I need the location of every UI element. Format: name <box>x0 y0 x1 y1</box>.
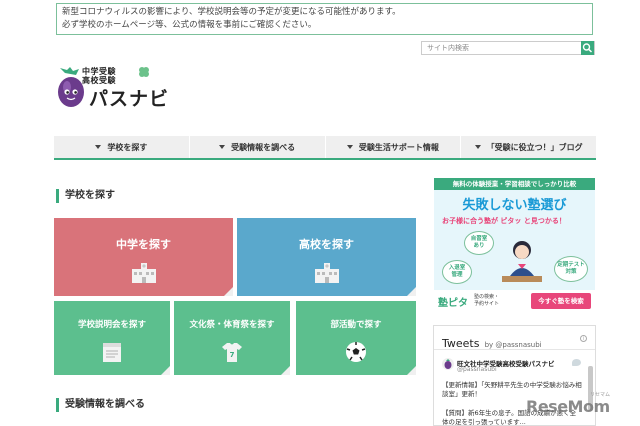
ad-bubble-test-prep: 定期テスト 対策 <box>554 256 588 282</box>
ad-subheadline: お子様に合う塾が ピタッ と見つかる！ <box>442 217 566 225</box>
nav-item-label: 受験生活サポート情報 <box>358 142 439 152</box>
logo-name: パスナビ <box>89 88 170 110</box>
tweets-by-handle[interactable]: by @passnasubi <box>485 341 542 349</box>
tile-label: 部活動で探す <box>330 320 382 330</box>
logo-subtitle-line-1: 中学受験 <box>82 67 116 76</box>
nav-item-exam-info[interactable]: 受験情報を調べる <box>190 136 326 158</box>
tweets-header: Tweets by @passnasubi <box>434 326 595 350</box>
school-building-icon <box>314 263 339 283</box>
ad-logo: 塾ピタ <box>438 298 468 309</box>
tile-find-junior-high[interactable]: 中学を探す <box>54 218 233 296</box>
tile-find-info-session[interactable]: 学校説明会を探す <box>54 301 170 375</box>
nav-item-label: 受験情報を調べる <box>231 142 296 152</box>
nav-item-support[interactable]: 受験生活サポート情報 <box>326 136 462 158</box>
ad-bubble-entry-management: 入退室 管理 <box>442 260 472 284</box>
dropdown-arrow-icon <box>219 145 226 149</box>
tile-corner-fold <box>407 366 416 375</box>
tile-label: 文化祭・体育祭を探す <box>189 320 275 330</box>
resemom-watermark: ReseMom <box>526 397 610 416</box>
ad-headline: 失敗しない塾選び <box>462 198 567 213</box>
tweets-title: Tweets <box>442 337 480 350</box>
notice-line-2: 必ず学校のホームページ等、公式の情報を事前にご確認ください。 <box>62 20 317 30</box>
svg-text:7: 7 <box>230 351 235 359</box>
tile-find-club[interactable]: 部活動で探す <box>296 301 416 375</box>
info-icon[interactable]: i <box>580 335 587 342</box>
logo-subtitle: 中学受験 高校受験 <box>82 67 116 85</box>
nav-item-label: 学校を探す <box>107 142 148 152</box>
tweet-account-handle[interactable]: @passnasubi <box>457 366 497 373</box>
nav-item-blog[interactable]: 「受験に役立つ！」ブログ <box>461 136 596 158</box>
ad-top-text: 無料の体験授業・学習相談でしっかり比較 <box>434 178 595 190</box>
twitter-bird-icon <box>572 359 581 366</box>
ad-bubble-study-room: 自習室 あり <box>464 231 494 255</box>
student-illustration-icon <box>502 241 542 282</box>
tile-find-festival[interactable]: 文化祭・体育祭を探す 7 <box>174 301 290 375</box>
clover-icon <box>139 67 149 77</box>
ad-logo-subtitle: 塾の検索・ 予約サイト <box>474 294 500 307</box>
search-placeholder: サイト内検索 <box>427 44 469 52</box>
site-logo[interactable]: 中学受験 高校受験 パスナビ <box>56 64 181 114</box>
search-icon <box>582 43 593 53</box>
notice-line-1: 新型コロナウィルスの影響により、学校説明会等の予定が変更になる可能性があります。 <box>62 7 401 17</box>
search-input[interactable]: サイト内検索 <box>421 41 595 55</box>
covid-notice: 新型コロナウィルスの影響により、学校説明会等の予定が変更になる可能性があります。… <box>56 3 593 35</box>
school-building-icon <box>131 263 156 283</box>
jersey-icon: 7 <box>222 343 242 362</box>
juku-pita-ad-banner[interactable]: 無料の体験授業・学習相談でしっかり比較 失敗しない塾選び お子様に合う塾が ピタ… <box>434 178 595 312</box>
ad-footer: 塾ピタ 塾の検索・ 予約サイト 今すぐ塾を検索 <box>434 290 595 312</box>
tile-find-high-school[interactable]: 高校を探す <box>237 218 416 296</box>
document-icon <box>103 343 121 362</box>
account-avatar[interactable] <box>442 358 454 370</box>
tile-label: 中学を探す <box>116 238 171 251</box>
section-title-exam-info: 受験情報を調べる <box>56 398 145 412</box>
tile-corner-fold <box>281 366 290 375</box>
tile-label: 学校説明会を探す <box>77 320 146 330</box>
dropdown-arrow-icon <box>346 145 353 149</box>
dropdown-arrow-icon <box>474 145 481 149</box>
nav-item-find-school[interactable]: 学校を探す <box>54 136 190 158</box>
nav-item-label: 「受験に役立つ！」ブログ <box>486 142 583 152</box>
ad-search-button[interactable]: 今すぐ塾を検索 <box>531 293 591 309</box>
search-button[interactable] <box>581 41 594 55</box>
tile-corner-fold <box>407 287 416 296</box>
soccer-ball-icon <box>346 342 366 362</box>
tile-corner-fold <box>224 287 233 296</box>
main-nav: 学校を探す 受験情報を調べる 受験生活サポート情報 「受験に役立つ！」ブログ <box>54 136 596 160</box>
dropdown-arrow-icon <box>95 145 102 149</box>
tile-corner-fold <box>161 366 170 375</box>
tile-label: 高校を探す <box>299 238 354 251</box>
section-title-find-school: 学校を探す <box>56 189 115 203</box>
